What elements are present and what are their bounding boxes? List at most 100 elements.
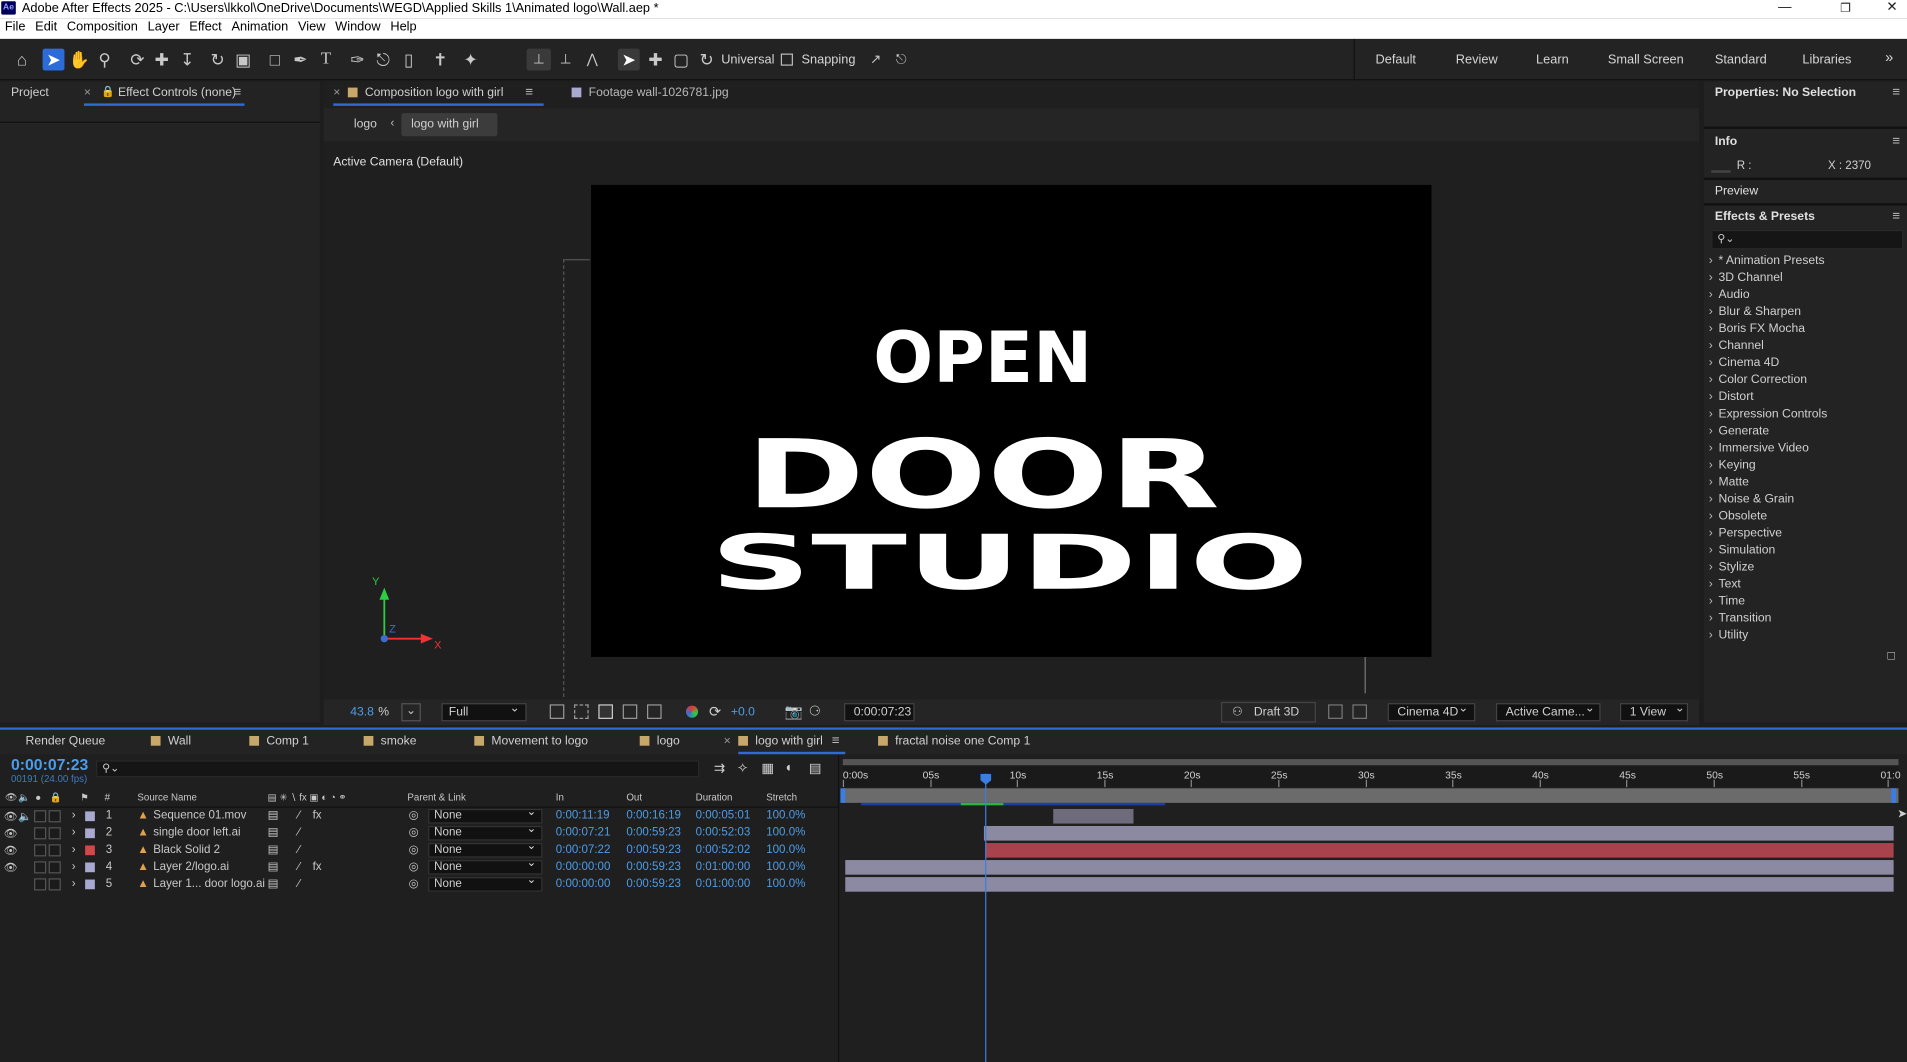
close-window-icon[interactable]: ✕ (1886, 0, 1897, 16)
layer-label-color[interactable] (85, 811, 95, 822)
rotation-tool-icon[interactable]: ↻ (207, 49, 229, 71)
hand-tool-icon[interactable]: ✋ (68, 49, 90, 71)
tab-render-queue[interactable]: Render Queue (26, 735, 106, 748)
layer-row[interactable]: 👁🔈 › 1 ▲ Sequence 01.mov ▤ ∕ fx ◎ None 0:00:11:19 0… (0, 807, 839, 825)
menu-view[interactable]: View (298, 18, 325, 34)
effect-category[interactable]: Utility (1709, 629, 1904, 646)
layer-out[interactable]: 0:00:59:23 (626, 842, 681, 859)
menu-edit[interactable]: Edit (35, 18, 57, 34)
exposure-value[interactable]: +0.0 (731, 706, 755, 719)
effect-category[interactable]: Immersive Video (1709, 442, 1904, 459)
layer-in[interactable]: 0:00:11:19 (556, 808, 610, 825)
current-time-display[interactable]: 0:00:07:23 (11, 755, 88, 773)
scale-gizmo-icon[interactable]: ▢ (670, 49, 692, 71)
layer-duration-bar[interactable] (983, 826, 1894, 841)
effect-category[interactable]: Keying (1709, 459, 1904, 476)
current-time-field[interactable]: 0:00:07:23 (844, 703, 915, 722)
roto-brush-icon[interactable]: ✝ (429, 49, 451, 71)
work-area-bar[interactable] (842, 759, 1899, 766)
shy-switch-icon[interactable]: ▤ (268, 842, 279, 859)
source-name-col[interactable]: Source Name (137, 790, 196, 807)
puppet-pin-icon[interactable]: ✦ (460, 49, 482, 71)
orbit-camera-icon[interactable]: ⟳ (126, 49, 148, 71)
expand-chevron-icon[interactable]: › (72, 825, 76, 842)
visibility-eye-icon[interactable]: 👁 (4, 825, 18, 842)
rotate-gizmo-icon[interactable]: ↻ (696, 49, 718, 71)
snapshot-icon[interactable]: 📷 (784, 703, 802, 720)
fx-switch-icon[interactable]: fx (313, 808, 322, 825)
shy-switch-icon[interactable]: ▤ (268, 859, 279, 876)
solo-checkbox[interactable] (34, 878, 47, 891)
solo-checkbox[interactable] (34, 827, 47, 840)
layer-stretch[interactable]: 100.0% (766, 825, 805, 842)
effect-category[interactable]: Channel (1709, 339, 1904, 356)
menu-layer[interactable]: Layer (148, 18, 180, 34)
tab-composition[interactable]: Composition logo with girl (347, 86, 503, 100)
effect-category[interactable]: Generate (1709, 425, 1904, 442)
quality-switch-icon[interactable]: ∕ (298, 825, 300, 842)
clone-stamp-icon[interactable]: ⎋ (372, 49, 394, 71)
shy-switch-icon[interactable]: ▤ (268, 825, 279, 842)
expand-chevron-icon[interactable]: › (72, 808, 76, 825)
close-comp-tab-icon[interactable]: × (333, 86, 340, 99)
tab-fractal-noise[interactable]: fractal noise one Comp 1 (878, 735, 1030, 748)
playhead[interactable] (980, 773, 992, 1062)
parent-select[interactable]: None (428, 824, 543, 841)
effect-category[interactable]: Distort (1709, 390, 1904, 407)
effect-category[interactable]: Text (1709, 578, 1904, 595)
move-gizmo-icon[interactable]: ✚ (645, 49, 667, 71)
timeline-menu-icon[interactable]: ≡ (832, 734, 840, 749)
lock-checkbox[interactable] (48, 861, 61, 874)
layer-duration-bar[interactable] (845, 877, 1894, 892)
restore-icon[interactable]: ❐ (1840, 1, 1851, 17)
layer-duration-bar[interactable] (1052, 808, 1134, 824)
timeline-search-input[interactable]: ⚲⌄ (96, 760, 700, 778)
solo-checkbox[interactable] (34, 810, 47, 823)
pickwhip-icon[interactable]: ◎ (409, 859, 419, 876)
timeline-zoom-icon[interactable]: ➤ (1897, 808, 1907, 821)
pickwhip-icon[interactable]: ◎ (409, 825, 419, 842)
quality-switch-icon[interactable]: ∕ (298, 876, 300, 893)
menu-composition[interactable]: Composition (67, 18, 138, 34)
effect-category[interactable]: Time (1709, 595, 1904, 612)
tab-wall[interactable]: Wall (150, 735, 191, 748)
view-axis-icon[interactable]: ⋀ (581, 49, 603, 71)
tab-logo-with-girl[interactable]: logo with girl (738, 735, 823, 748)
transparency-grid-icon[interactable] (574, 704, 589, 719)
pan-camera-icon[interactable]: ✚ (151, 49, 173, 71)
pickwhip-icon[interactable]: ◎ (409, 808, 419, 825)
workspace-small-screen[interactable]: Small Screen (1608, 52, 1684, 67)
visibility-eye-icon[interactable]: 👁 (4, 808, 18, 825)
effect-category[interactable]: Boris FX Mocha (1709, 322, 1904, 339)
dolly-camera-icon[interactable]: ↧ (176, 49, 198, 71)
layer-out[interactable]: 0:00:16:19 (626, 808, 681, 825)
frame-blending-icon[interactable]: ▦ (761, 760, 774, 777)
layer-in[interactable]: 0:00:00:00 (556, 859, 611, 876)
layer-out[interactable]: 0:00:59:23 (626, 859, 681, 876)
tab-effect-controls[interactable]: Effect Controls (none) (118, 86, 236, 99)
layer-source-name[interactable]: single door left.ai (153, 825, 240, 842)
properties-menu-icon[interactable]: ≡ (1892, 85, 1900, 100)
effect-category[interactable]: Audio (1709, 288, 1904, 305)
show-snapshot-icon[interactable]: ⚆ (809, 703, 821, 719)
effect-category[interactable]: Color Correction (1709, 373, 1904, 390)
shy-switch-icon[interactable]: ▤ (268, 876, 279, 893)
layer-label-color[interactable] (85, 845, 95, 856)
effect-category[interactable]: Cinema 4D (1709, 356, 1904, 373)
more-workspaces-icon[interactable]: » (1885, 49, 1893, 66)
home-icon[interactable]: ⌂ (11, 49, 33, 71)
zoom-tool-icon[interactable]: ⚲ (94, 49, 116, 71)
type-tool-icon[interactable]: T (315, 49, 337, 71)
reset-exposure-icon[interactable]: ⟳ (709, 703, 721, 720)
local-axis-icon[interactable]: ⊥ (528, 49, 550, 71)
snap-option-icon[interactable]: ↗ (865, 49, 887, 71)
selection-tool-icon[interactable]: ➤ (42, 48, 65, 71)
menu-window[interactable]: Window (335, 18, 380, 34)
lock-checkbox[interactable] (48, 844, 61, 857)
shy-switch-icon[interactable]: ▤ (268, 808, 279, 825)
layer-label-color[interactable] (85, 862, 95, 873)
tab-smoke[interactable]: smoke (363, 735, 416, 748)
expand-chevron-icon[interactable]: › (72, 859, 76, 876)
draft-3d-toggle[interactable]: ⚇ Draft 3D (1221, 701, 1316, 723)
panel-menu-icon[interactable]: ≡ (234, 85, 242, 100)
